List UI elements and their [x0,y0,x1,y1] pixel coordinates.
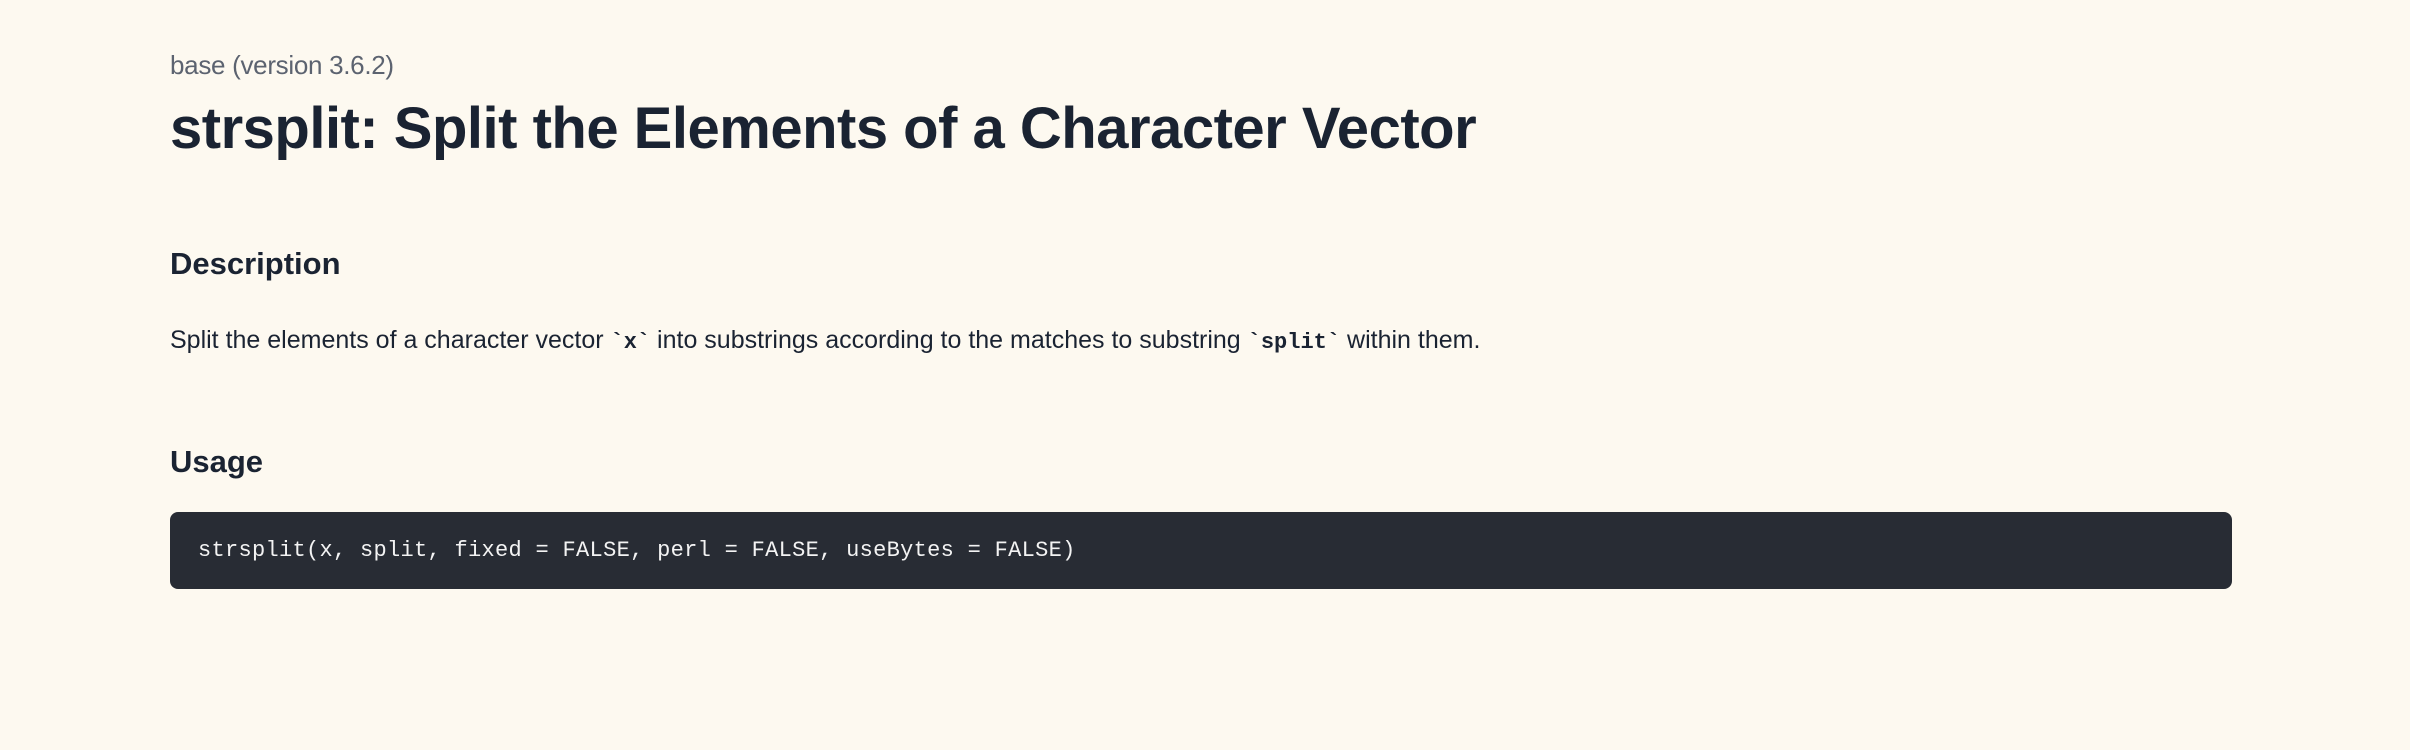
page-title: strsplit: Split the Elements of a Charac… [170,97,2240,161]
usage-code-block: strsplit(x, split, fixed = FALSE, perl =… [170,512,2232,589]
inline-code-split: `split` [1248,330,1340,355]
inline-code-x: `x` [611,330,651,355]
usage-heading: Usage [170,444,2240,480]
package-version: base (version 3.6.2) [170,50,2240,81]
description-text-part3: within them. [1340,326,1480,354]
description-heading: Description [170,246,2240,282]
description-text-part1: Split the elements of a character vector [170,326,611,354]
description-text: Split the elements of a character vector… [170,322,2240,360]
description-text-part2: into substrings according to the matches… [650,326,1248,354]
